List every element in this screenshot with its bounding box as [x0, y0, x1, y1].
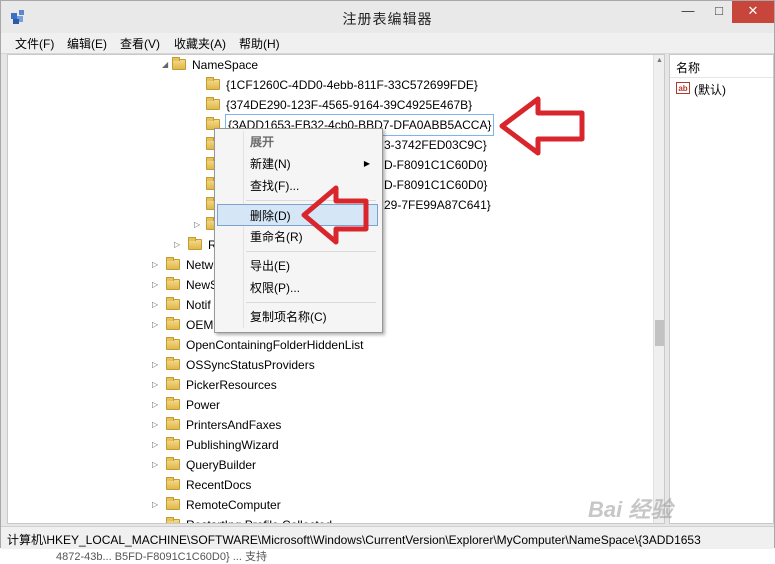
folder-icon: [166, 277, 180, 290]
expand-icon[interactable]: ▷: [152, 375, 158, 395]
menu-file[interactable]: 文件(F): [15, 35, 54, 52]
expand-icon[interactable]: ▷: [152, 295, 158, 315]
registry-editor-window: 注册表编辑器 — □ ✕ 文件(F) 编辑(E) 查看(V) 收藏夹(A) 帮助…: [0, 0, 775, 549]
expand-icon[interactable]: ▷: [152, 275, 158, 295]
tree-item-label: NameSpace: [192, 58, 259, 72]
menu-help[interactable]: 帮助(H): [239, 35, 280, 52]
title-bar[interactable]: 注册表编辑器 — □ ✕: [1, 1, 774, 33]
folder-icon: [166, 377, 180, 390]
tree-item-label: QueryBuilder: [186, 458, 257, 472]
menu-view[interactable]: 查看(V): [120, 35, 160, 52]
tree-item-label: OSSyncStatusProviders: [186, 358, 315, 372]
column-header-label: 名称: [676, 61, 701, 75]
folder-icon: [166, 337, 180, 350]
folder-icon: [166, 417, 180, 430]
folder-icon: [166, 297, 180, 310]
menu-item-label: 复制项名称(C): [250, 310, 327, 324]
folder-open-icon: [172, 57, 186, 70]
column-header-name[interactable]: 名称: [670, 55, 773, 78]
menu-item-label: 导出(E): [250, 259, 290, 273]
folder-icon: [166, 397, 180, 410]
folder-icon: [166, 437, 180, 450]
tree-item-label: Notif: [186, 298, 211, 312]
tree-item-label: OpenContainingFolderHiddenList: [186, 338, 364, 352]
tree-item-label: {374DE290-123F-4565-9164-39C4925E467B}: [226, 98, 473, 112]
menu-item-new[interactable]: 新建(N) ▶: [217, 153, 378, 175]
expand-icon[interactable]: ▷: [194, 215, 200, 235]
tree-item-label: PickerResources: [186, 378, 277, 392]
menu-separator: [246, 251, 376, 252]
menu-favorites[interactable]: 收藏夹(A): [174, 35, 226, 52]
tree-item-label: PublishingWizard: [186, 438, 279, 452]
tree-item-label: 29-7FE99A87C641}: [384, 198, 491, 212]
value-list-pane[interactable]: 名称 ab (默认): [669, 54, 774, 524]
menu-item-label: 新建(N): [250, 157, 291, 171]
tree-item-label: 3-3742FED03C9C}: [384, 138, 487, 152]
menu-separator: [246, 302, 376, 303]
expand-icon[interactable]: ▷: [174, 235, 180, 255]
expand-icon[interactable]: ▷: [152, 455, 158, 475]
menu-bar: 文件(F) 编辑(E) 查看(V) 收藏夹(A) 帮助(H): [1, 33, 774, 54]
menu-item-label: 删除(D): [250, 209, 291, 223]
folder-icon: [166, 357, 180, 370]
tree-scrollbar[interactable]: ▲: [653, 55, 664, 523]
value-name: (默认): [694, 83, 726, 97]
menu-item-permissions[interactable]: 权限(P)...: [217, 277, 378, 299]
folder-icon: [166, 317, 180, 330]
collapse-icon[interactable]: ◢: [162, 55, 168, 75]
folder-icon: [166, 457, 180, 470]
status-bar: 计算机\HKEY_LOCAL_MACHINE\SOFTWARE\Microsof…: [1, 526, 774, 549]
menu-item-copy-key-name[interactable]: 复制项名称(C): [217, 306, 378, 328]
tree-item-label: OEM: [186, 318, 214, 332]
menu-edit[interactable]: 编辑(E): [67, 35, 107, 52]
tree-item-label: RestartIng.Profile.Collected: [186, 515, 332, 523]
menu-item-label: 权限(P)...: [250, 281, 300, 295]
tree-item-label: Power: [186, 398, 221, 412]
tree-item-label: D-F8091C1C60D0}: [384, 158, 488, 172]
menu-item-expand[interactable]: 展开: [217, 131, 378, 153]
expand-icon[interactable]: ▷: [152, 315, 158, 335]
close-button[interactable]: ✕: [732, 1, 774, 23]
tree-item-label: {1CF1260C-4DD0-4ebb-811F-33C572699FDE}: [226, 78, 478, 92]
folder-icon: [188, 237, 202, 250]
expand-icon[interactable]: ▷: [152, 355, 158, 375]
tree-item-label: PrintersAndFaxes: [186, 418, 282, 432]
maximize-button[interactable]: □: [704, 1, 734, 23]
tree-item-label: RecentDocs: [186, 478, 252, 492]
expand-icon[interactable]: ▷: [152, 495, 158, 515]
watermark-text: Bai 经验: [588, 497, 673, 522]
folder-icon: [206, 77, 220, 90]
tree-item-label: Netw: [186, 258, 214, 272]
expand-icon[interactable]: ▷: [152, 415, 158, 435]
scrollbar-thumb[interactable]: [655, 320, 664, 346]
menu-item-label: 重命名(R): [250, 230, 303, 244]
menu-item-export[interactable]: 导出(E): [217, 255, 378, 277]
status-path: 计算机\HKEY_LOCAL_MACHINE\SOFTWARE\Microsof…: [7, 533, 701, 547]
string-value-icon: ab: [676, 82, 690, 94]
submenu-arrow-icon: ▶: [363, 159, 370, 168]
tree-item-label: D-F8091C1C60D0}: [384, 178, 488, 192]
baidu-watermark: Bai 经验: [588, 488, 738, 528]
annotation-arrow-icon: [301, 185, 369, 245]
window-title: 注册表编辑器: [342, 11, 433, 27]
folder-icon: [206, 97, 220, 110]
folder-icon: [166, 477, 180, 490]
menu-item-label: 展开: [250, 135, 275, 149]
expand-icon[interactable]: ▷: [152, 435, 158, 455]
expand-icon[interactable]: ▷: [152, 255, 158, 275]
folder-icon: [166, 257, 180, 270]
annotation-arrow-icon: [499, 96, 585, 156]
expand-icon[interactable]: ▷: [152, 395, 158, 415]
folder-icon: [166, 517, 180, 523]
menu-item-label: 查找(F)...: [250, 179, 300, 193]
tree-item-label: RemoteComputer: [186, 498, 281, 512]
folder-icon: [166, 497, 180, 510]
background-text: 4872-43b... B5FD-F8091C1C60D0} ... 支持: [56, 551, 267, 563]
scroll-up-icon[interactable]: ▲: [656, 57, 663, 64]
minimize-button[interactable]: —: [673, 1, 703, 23]
